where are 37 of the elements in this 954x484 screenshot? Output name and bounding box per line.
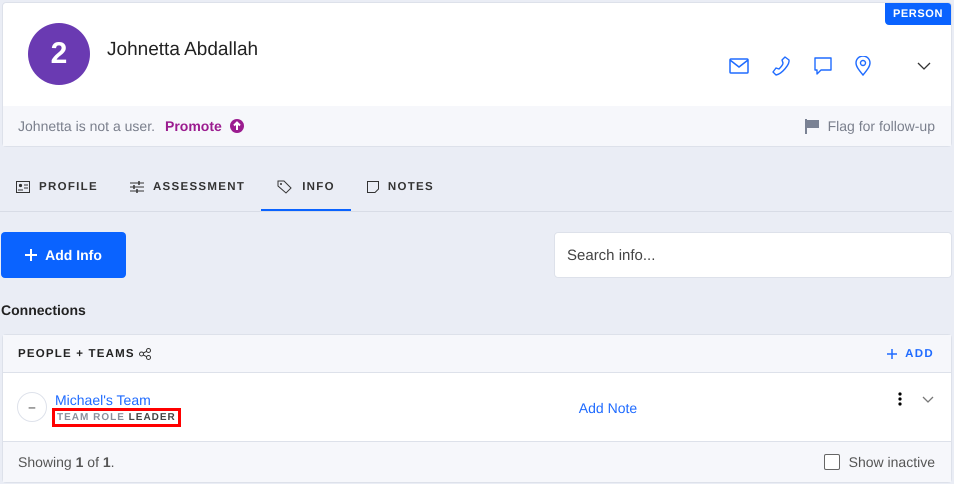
- team-role: TEAM ROLE LEADER: [52, 408, 181, 426]
- add-note-link[interactable]: Add Note: [578, 400, 638, 416]
- section-title: Connections: [1, 302, 87, 318]
- person-name: Johnetta Abdallah: [107, 38, 258, 60]
- tab[interactable]: NOTES: [350, 165, 450, 211]
- location-pin-icon[interactable]: [855, 56, 871, 76]
- tab[interactable]: PROFILE: [0, 165, 114, 211]
- tag-icon: [277, 180, 294, 194]
- avatar: 2: [28, 22, 90, 84]
- mail-icon[interactable]: [729, 58, 749, 74]
- more-options-icon[interactable]: [898, 392, 902, 406]
- arrow-up-circle-icon[interactable]: [230, 119, 244, 133]
- panel-title: PEOPLE + TEAMS: [18, 348, 135, 360]
- promote-link[interactable]: Promote: [164, 118, 222, 134]
- user-status-text: Johnetta is not a user.: [18, 118, 155, 134]
- add-info-button[interactable]: Add Info: [1, 232, 126, 278]
- tab[interactable]: INFO: [261, 165, 351, 211]
- note-icon: [366, 181, 379, 193]
- phone-icon[interactable]: [771, 56, 791, 76]
- avatar: –: [17, 392, 47, 422]
- share-icon: [138, 348, 151, 360]
- chevron-down-icon[interactable]: [917, 62, 931, 70]
- checkbox-label: Show inactive: [848, 454, 935, 470]
- plus-icon: [25, 249, 38, 261]
- person-badge: PERSON: [884, 3, 951, 25]
- checkbox[interactable]: [824, 454, 840, 470]
- team-link[interactable]: Michael's Team: [55, 392, 181, 408]
- id-card-icon: [16, 181, 30, 193]
- plus-icon: [887, 348, 898, 358]
- flag-follow-up-link[interactable]: Flag for follow-up: [828, 118, 935, 134]
- results-count: Showing 1 of 1.: [18, 454, 115, 470]
- add-connection-link[interactable]: ADD: [887, 348, 934, 360]
- sliders-icon: [130, 181, 144, 193]
- chat-icon[interactable]: [813, 56, 833, 76]
- tab[interactable]: ASSESSMENT: [114, 165, 262, 211]
- search-field[interactable]: Search info...: [554, 232, 952, 278]
- flag-icon[interactable]: [804, 118, 820, 134]
